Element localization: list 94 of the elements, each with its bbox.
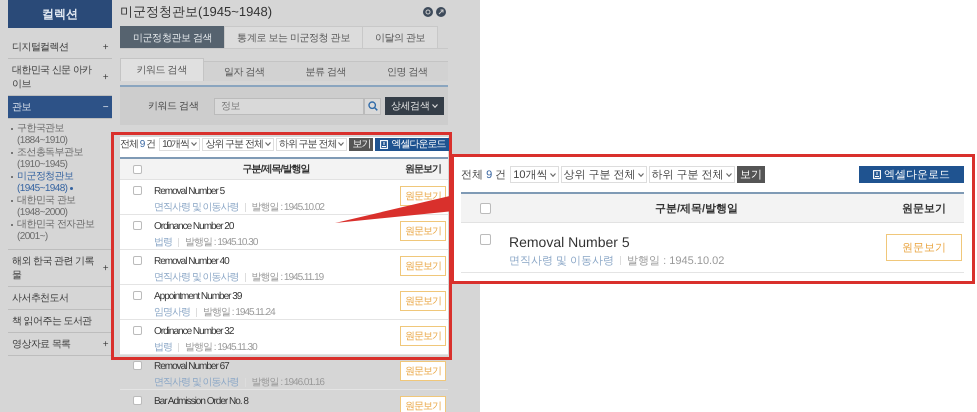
submenu-item[interactable]: 대한민국 전자관보(2001~) <box>10 219 112 243</box>
sidebar-item[interactable]: 영상자료 목록 + <box>8 333 112 356</box>
checkbox[interactable] <box>480 202 490 214</box>
record-title[interactable]: Removal Number 5 <box>154 186 398 197</box>
view-button[interactable]: 보기 <box>349 138 374 150</box>
menu-label: 대한민국 신문 아카이브 <box>12 64 93 91</box>
search-button[interactable] <box>364 98 381 114</box>
toggle-sign[interactable]: + <box>102 338 108 350</box>
record-title[interactable]: Ordinance Number 20 <box>154 221 398 232</box>
circle-icon[interactable] <box>423 7 433 17</box>
toggle-sign[interactable]: + <box>102 42 108 52</box>
search-tab[interactable]: 분류 검색 <box>285 61 366 81</box>
dropdown[interactable]: 10개씩 <box>510 166 558 183</box>
submenu-item[interactable]: 대한민국 관보(1948~2000) <box>10 195 112 219</box>
checkbox[interactable] <box>132 221 142 230</box>
sidebar-item[interactable]: 책 읽어주는 도서관 <box>8 310 112 333</box>
caret-icon <box>432 104 438 108</box>
menu-label: 디지털컬렉션 <box>12 41 68 54</box>
document-icon <box>380 140 388 148</box>
record-title[interactable]: Appointment Number 39 <box>154 291 398 302</box>
checkbox[interactable] <box>480 234 490 245</box>
menu-label: 영상자료 목록 <box>12 338 71 351</box>
detail-search-button[interactable]: 상세검색 <box>385 97 444 115</box>
menu-label: 사서추천도서 <box>12 292 68 305</box>
category-label: 법령 <box>154 236 172 249</box>
submenu-item[interactable]: 조선총독부관보(1910~1945) <box>10 147 112 171</box>
issue-date: 발행일 : 1945.10.02 <box>627 254 724 268</box>
category-label: 면직사령 및 이동사령 <box>154 271 239 284</box>
tab[interactable]: 미군정청관보 검색 <box>120 26 226 48</box>
checkbox[interactable] <box>132 186 142 195</box>
caret-icon <box>726 172 732 176</box>
column-header: 원문보기 <box>404 163 442 176</box>
toggle-sign[interactable]: − <box>102 102 108 112</box>
sidebar-item[interactable]: 사서추천도서 <box>8 287 112 310</box>
sidebar-item[interactable]: 관보 − <box>8 96 112 119</box>
circle-icon[interactable] <box>436 7 446 17</box>
submenu-item[interactable]: 구한국관보(1884~1910) <box>10 123 112 147</box>
checkbox[interactable] <box>132 256 142 265</box>
column-header: 구분/제목/발행일 <box>242 163 310 176</box>
category-label: 면직사령 및 이동사령 <box>509 254 614 268</box>
toggle-sign[interactable]: + <box>102 72 108 82</box>
issue-date: 발행일 : 1945.10.30 <box>185 236 258 249</box>
category-label: 면직사령 및 이동사령 <box>154 201 239 214</box>
field-label: 키워드 검색 <box>148 100 200 113</box>
menu-label: 관보 <box>12 101 31 114</box>
submenu-item[interactable]: 미군정청관보(1945~1948) <box>10 171 112 195</box>
menu-label: 해외 한국 관련 기록물 <box>12 255 95 282</box>
page-title: 미군정청관보(1945~1948) <box>120 3 272 21</box>
checkbox[interactable] <box>132 326 142 335</box>
document-icon <box>873 170 881 179</box>
issue-date: 발행일 : 1945.11.30 <box>185 341 257 354</box>
caret-icon <box>638 172 644 176</box>
dropdown[interactable]: 하위 구분 전체 <box>648 166 735 183</box>
excel-download-button[interactable]: 엑셀다운로드 <box>375 138 450 150</box>
search-tab[interactable]: 인명 검색 <box>366 61 448 81</box>
menu-label: 책 읽어주는 도서관 <box>12 315 92 328</box>
search-icon <box>368 101 378 111</box>
issue-date: 발행일 : 1945.10.02 <box>252 201 324 214</box>
record-title[interactable]: Bar Admission Order No. 8 <box>154 396 398 407</box>
caret-icon <box>264 142 271 146</box>
dropdown[interactable]: 상위 구분 전체 <box>560 166 647 183</box>
dropdown[interactable]: 10개씩 <box>159 138 200 150</box>
view-button[interactable]: 보기 <box>736 166 765 183</box>
category-label: 임명사령 <box>154 306 190 319</box>
collection-logo[interactable]: 컬렉션 <box>8 0 112 28</box>
caret-icon <box>338 142 344 146</box>
result-count: 전체 9 건 <box>120 138 156 151</box>
caret-icon <box>550 172 556 176</box>
search-tab[interactable]: 키워드 검색 <box>120 58 204 81</box>
column-header: 구분/제목/발행일 <box>654 202 740 216</box>
record-title[interactable]: Removal Number 67 <box>154 361 398 372</box>
column-header: 원문보기 <box>901 202 947 216</box>
issue-date: 발행일 : 1945.11.19 <box>252 271 324 284</box>
checkbox[interactable] <box>132 361 142 370</box>
checkbox[interactable] <box>132 291 142 300</box>
category-label: 면직사령 및 이동사령 <box>154 376 239 389</box>
checkbox[interactable] <box>132 396 142 405</box>
issue-date: 발행일 : 1945.11.24 <box>203 306 275 319</box>
dropdown[interactable]: 하위 구분 전체 <box>276 138 348 150</box>
tab[interactable]: 통계로 보는 미군정청 관보 <box>224 26 363 48</box>
checkbox[interactable] <box>132 164 142 174</box>
caret-icon <box>191 142 198 146</box>
record-title[interactable]: Removal Number 5 <box>509 234 884 250</box>
record-title[interactable]: Ordinance Number 32 <box>154 326 398 337</box>
issue-date: 발행일 : 1946.01.16 <box>252 376 324 389</box>
record-title[interactable]: Removal Number 40 <box>154 256 398 267</box>
category-label: 법령 <box>154 341 172 354</box>
toggle-sign[interactable]: + <box>102 262 108 274</box>
excel-download-button[interactable]: 엑셀다운로드 <box>859 166 964 183</box>
search-tab[interactable]: 일자 검색 <box>204 61 285 81</box>
result-count: 전체 9 건 <box>461 168 506 182</box>
tab[interactable]: 이달의 관보 <box>362 26 438 48</box>
dropdown[interactable]: 상위 구분 전체 <box>202 138 274 150</box>
sidebar-item[interactable]: 디지털컬렉션 + <box>8 36 112 59</box>
